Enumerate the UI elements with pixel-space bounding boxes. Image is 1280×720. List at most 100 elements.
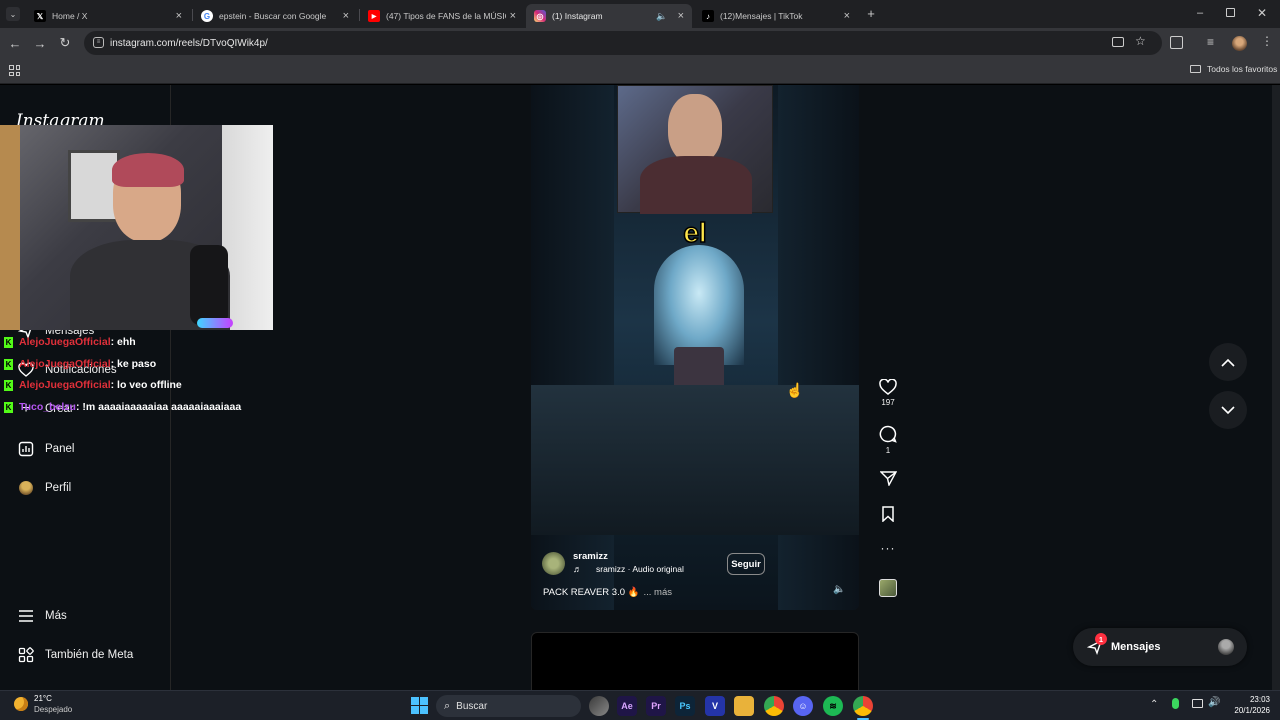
author-avatar[interactable] xyxy=(542,552,565,575)
microphone-icon[interactable] xyxy=(1172,698,1179,709)
taskbar-search[interactable]: ⌕ Buscar xyxy=(436,695,581,717)
instagram-page: Instagram Mensajes Notificaciones + Crea… xyxy=(0,85,1280,690)
premiere-icon[interactable]: Pr xyxy=(646,696,666,716)
share-action[interactable] xyxy=(878,470,898,486)
tab-google[interactable]: G epstein - Buscar con Google × xyxy=(193,4,357,28)
tab-youtube[interactable]: ▶ (47) Tipos de FANS de la MÚSICA × xyxy=(360,4,524,28)
tab-instagram[interactable]: ◎ (1) Instagram 🔈 × xyxy=(526,4,692,28)
kick-icon: K xyxy=(4,379,13,391)
audio-label: sramizz · Audio original xyxy=(596,564,684,574)
audio-thumbnail[interactable] xyxy=(879,579,897,597)
restore-button[interactable] xyxy=(1226,8,1235,17)
page-scrollbar[interactable] xyxy=(1272,85,1280,690)
like-action[interactable]: 197 xyxy=(878,379,898,407)
clock-date: 20/1/2026 xyxy=(1234,706,1270,715)
sidebar-item-more[interactable]: Más xyxy=(17,605,67,627)
chrome-icon[interactable] xyxy=(764,696,784,716)
close-icon[interactable]: × xyxy=(678,10,684,22)
more-menu-icon[interactable]: ⋮ xyxy=(1261,35,1273,47)
address-bar[interactable]: ≡ instagram.com/reels/DTvoQIWik4p/ ☆ xyxy=(84,31,1162,55)
windows-start-icon[interactable] xyxy=(411,697,428,714)
volume-icon[interactable]: 🔊 xyxy=(1208,697,1220,708)
speaker-icon[interactable]: 🔈 xyxy=(656,11,667,22)
browser-toolbar: ← → ↻ ≡ instagram.com/reels/DTvoQIWik4p/… xyxy=(0,28,1280,58)
photoshop-icon[interactable]: Ps xyxy=(675,696,695,716)
tab-strip: ⌄ 𝕏 Home / X × G epstein - Buscar con Go… xyxy=(0,0,1280,28)
facecam-hoodie xyxy=(640,156,752,214)
tab-tiktok[interactable]: ♪ (12)Mensajes | TikTok × xyxy=(694,4,858,28)
weather-desc: Despejado xyxy=(34,705,73,714)
kick-icon: K xyxy=(4,336,13,348)
reel-description: PACK REAVER 3.0 🔥 ... más xyxy=(543,587,672,598)
install-app-icon[interactable] xyxy=(1112,37,1124,47)
new-tab-button[interactable]: + xyxy=(864,6,878,22)
close-window-button[interactable]: ✕ xyxy=(1256,6,1268,20)
tab-label: (12)Mensajes | TikTok xyxy=(720,11,803,21)
next-reel-button[interactable] xyxy=(1209,391,1247,429)
apps-grid-icon[interactable] xyxy=(9,65,20,76)
messages-label: Mensajes xyxy=(1111,641,1161,653)
media-controls-icon[interactable]: ≡ xyxy=(1207,35,1214,49)
windows-taskbar: 21°C Despejado ⌕ Buscar Ae Pr Ps V ☺ ≋ ⌃… xyxy=(0,690,1280,720)
mute-icon[interactable]: 🔈 xyxy=(833,584,845,595)
close-icon[interactable]: × xyxy=(343,10,349,22)
copilot-icon[interactable] xyxy=(589,696,609,716)
chrome-active-icon[interactable] xyxy=(853,696,873,716)
facecam-inset xyxy=(617,85,773,214)
previous-reel-button[interactable] xyxy=(1209,343,1247,381)
clock[interactable]: 23:03 20/1/2026 xyxy=(1222,694,1270,716)
spotify-icon[interactable]: ≋ xyxy=(823,696,843,716)
tab-search-button[interactable]: ⌄ xyxy=(6,7,20,21)
tab-label: (47) Tipos de FANS de la MÚSICA xyxy=(386,11,506,21)
close-icon[interactable]: × xyxy=(176,10,182,22)
display-icon[interactable] xyxy=(1192,699,1203,708)
weather-temp: 21°C xyxy=(34,694,52,703)
search-icon: ⌕ xyxy=(444,699,451,712)
save-action[interactable] xyxy=(878,506,898,522)
forward-button[interactable]: → xyxy=(31,34,49,52)
extensions-icon[interactable] xyxy=(1170,36,1183,49)
profile-avatar[interactable] xyxy=(1232,36,1247,51)
tab-x[interactable]: 𝕏 Home / X × xyxy=(26,4,190,28)
more-options-icon[interactable]: ··· xyxy=(878,541,898,555)
comment-action[interactable]: 1 xyxy=(878,425,898,455)
more-link[interactable]: ... más xyxy=(643,587,672,598)
close-icon[interactable]: × xyxy=(844,10,850,22)
after-effects-icon[interactable]: Ae xyxy=(617,696,637,716)
site-info-icon[interactable]: ≡ xyxy=(93,37,104,48)
reel-video[interactable]: el sramizz ♬ sramizz · Audio original Se… xyxy=(531,85,859,610)
all-bookmarks-button[interactable]: Todos los favoritos xyxy=(1190,64,1277,74)
tab-label: Home / X xyxy=(52,11,88,21)
avatar-icon xyxy=(17,479,35,497)
clock-time: 23:03 xyxy=(1249,695,1270,704)
vegas-icon[interactable]: V xyxy=(705,696,725,716)
back-button[interactable]: ← xyxy=(6,34,24,52)
google-icon: G xyxy=(201,10,213,22)
star-icon[interactable]: ☆ xyxy=(1135,34,1146,48)
follow-button[interactable]: Seguir xyxy=(727,553,765,575)
floor-tiles xyxy=(531,385,859,535)
file-explorer-icon[interactable] xyxy=(734,696,754,716)
next-reel[interactable] xyxy=(531,632,859,690)
sidebar-item-panel[interactable]: Panel xyxy=(17,438,74,460)
sidebar-item-profile[interactable]: Perfil xyxy=(17,477,71,499)
description-text: PACK REAVER 3.0 🔥 xyxy=(543,587,640,598)
discord-icon[interactable]: ☺ xyxy=(793,696,813,716)
chat-message: K Tuco_belzu : !m aaaaiaaaaaiaa aaaaaiaa… xyxy=(4,399,241,415)
chat-username: AlejoJuegaOfficial xyxy=(19,379,111,391)
chart-icon xyxy=(17,440,35,458)
hamburger-icon xyxy=(17,607,35,625)
taskbar-search-placeholder: Buscar xyxy=(456,700,488,712)
weather-widget[interactable]: 21°C Despejado xyxy=(14,693,72,715)
audio-row[interactable]: ♬ sramizz · Audio original xyxy=(573,564,684,574)
youtube-icon: ▶ xyxy=(368,10,380,22)
microphone xyxy=(190,245,228,325)
streamer-webcam-overlay xyxy=(0,125,273,330)
messages-pill[interactable]: 1 Mensajes xyxy=(1073,628,1247,666)
author-username[interactable]: sramizz xyxy=(573,551,608,562)
sidebar-item-meta[interactable]: También de Meta xyxy=(17,644,133,666)
tray-chevron-icon[interactable]: ⌃ xyxy=(1150,699,1158,710)
close-icon[interactable]: × xyxy=(510,10,516,22)
reload-button[interactable]: ↻ xyxy=(56,34,74,52)
minimize-button[interactable]: – xyxy=(1194,6,1206,20)
